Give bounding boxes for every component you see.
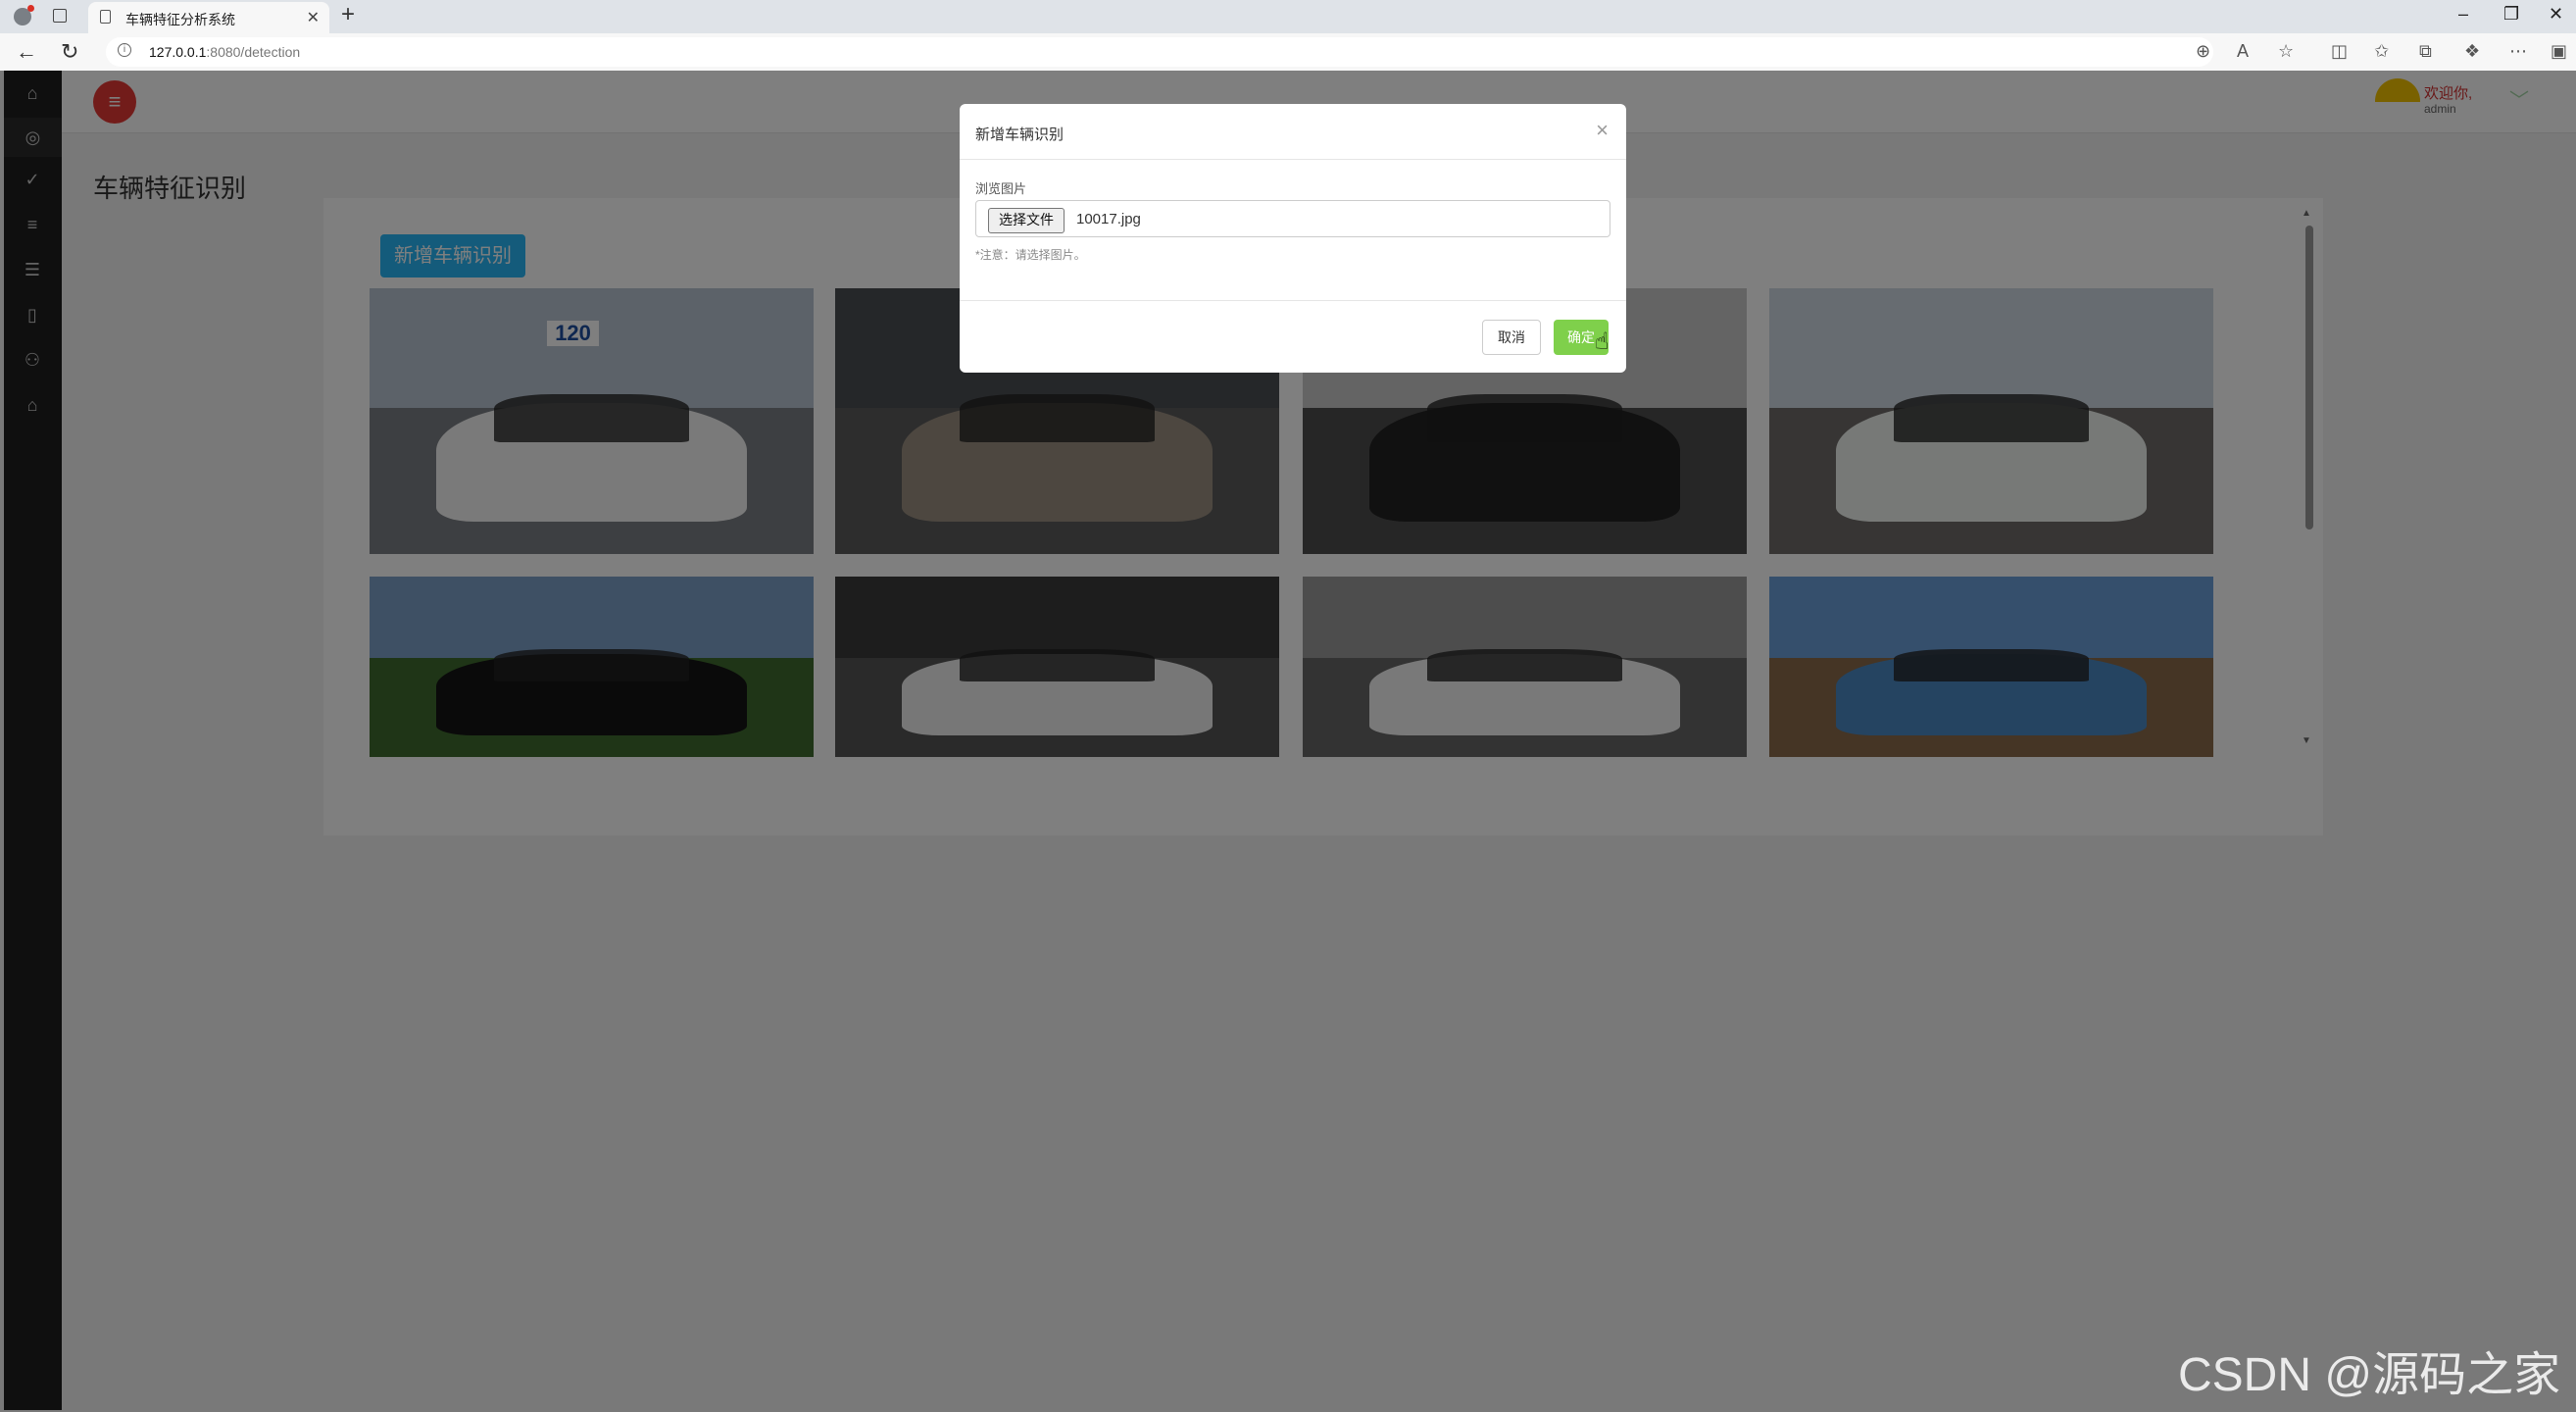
extensions-icon[interactable]: ❖ [2464, 41, 2480, 62]
mouse-cursor-icon: ☝ [1595, 328, 1610, 355]
sidebar-toggle-icon[interactable]: ▣ [2551, 41, 2567, 62]
url-text: 127.0.0.1:8080/detection [149, 44, 301, 60]
cancel-button[interactable]: 取消 [1482, 320, 1541, 355]
choose-file-button[interactable]: 选择文件 [988, 208, 1065, 233]
site-info-icon[interactable]: i [118, 43, 131, 57]
read-aloud-icon[interactable]: A [2237, 41, 2249, 62]
split-screen-icon[interactable]: ◫ [2331, 41, 2348, 62]
selected-file-name: 10017.jpg [1076, 211, 1141, 227]
favorite-icon[interactable]: ☆ [2278, 41, 2294, 62]
watermark: CSDN @源码之家 [2178, 1349, 2561, 1401]
browser-tab-strip: 车辆特征分析系统 ✕ + – ❐ ✕ [0, 0, 2576, 33]
new-tab-icon[interactable]: + [341, 1, 355, 28]
tab-close-icon[interactable]: ✕ [307, 8, 320, 27]
collections-icon[interactable]: ⧉ [2419, 41, 2432, 62]
favorites-icon[interactable]: ✩ [2374, 41, 2389, 62]
reload-icon[interactable]: ↻ [61, 39, 78, 65]
address-toolbar: ← ↻ i 127.0.0.1:8080/detection ⊕ A ☆ ◫ ✩… [0, 33, 2576, 72]
tab-actions-icon[interactable] [53, 9, 67, 23]
close-icon[interactable]: × [1596, 118, 1609, 143]
back-icon[interactable]: ← [16, 39, 37, 65]
notification-dot [27, 5, 34, 12]
restore-icon[interactable]: ❐ [2503, 4, 2519, 25]
zoom-icon[interactable]: ⊕ [2196, 41, 2210, 62]
modal-header: 新增车辆识别 × [960, 104, 1626, 160]
url-field[interactable]: i 127.0.0.1:8080/detection [106, 37, 2213, 67]
note-text: *注意：请选择图片。 [975, 248, 1086, 262]
file-input[interactable]: 选择文件 10017.jpg [975, 200, 1610, 237]
browser-tab[interactable]: 车辆特征分析系统 ✕ [88, 2, 329, 33]
add-detection-modal: 新增车辆识别 × 浏览图片 选择文件 10017.jpg *注意：请选择图片。 … [960, 104, 1626, 373]
tab-title: 车辆特征分析系统 [125, 12, 235, 27]
page-icon [100, 10, 111, 24]
window-close-icon[interactable]: ✕ [2549, 4, 2563, 25]
minimize-icon[interactable]: – [2458, 4, 2468, 25]
browse-image-label: 浏览图片 [975, 181, 1027, 196]
more-icon[interactable]: ⋯ [2509, 41, 2527, 62]
modal-title: 新增车辆识别 [975, 126, 1065, 143]
